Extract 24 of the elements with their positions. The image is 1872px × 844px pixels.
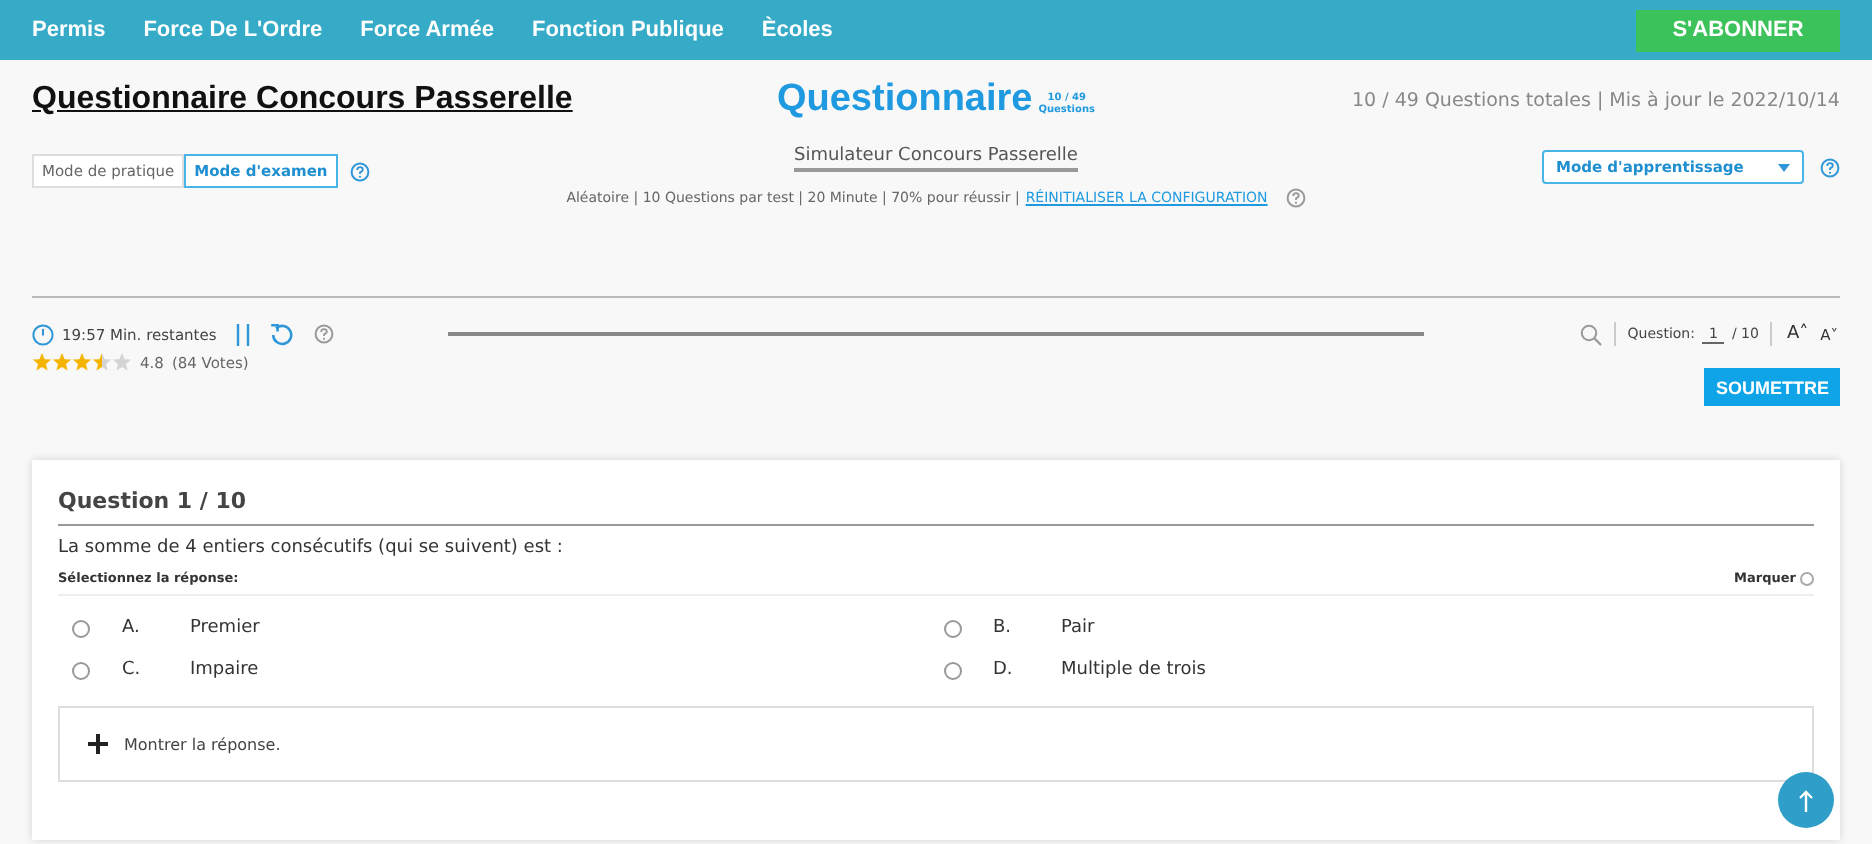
- nav-link[interactable]: Fonction Publique: [531, 18, 724, 42]
- nav-link[interactable]: Permis: [32, 18, 106, 42]
- nav-link[interactable]: Ècoles: [761, 18, 833, 42]
- nav-link[interactable]: Force Armée: [360, 18, 494, 42]
- question-heading: Question 1 / 10: [58, 488, 1814, 526]
- subscribe-button[interactable]: S'ABONNER: [1636, 9, 1840, 51]
- option-text: Premier: [190, 618, 260, 638]
- font-increase-button[interactable]: A˄: [1784, 324, 1811, 344]
- nav-link[interactable]: Force De L'Ordre: [143, 18, 323, 42]
- brand-title: Questionnaire: [776, 78, 1033, 122]
- option-letter: D.: [993, 660, 1015, 680]
- simulator-title: Simulateur Concours Passerelle: [794, 140, 1078, 172]
- option-letter: B.: [993, 618, 1014, 638]
- option-text: Pair: [1061, 618, 1095, 638]
- questions-summary: 10 / 49 Questions totales | Mis à jour le 2022/10/14: [1350, 89, 1840, 111]
- option-letter: A.: [122, 618, 142, 638]
- page-title: Questionnaire Concours Passerelle: [32, 82, 575, 118]
- option-text: Impaire: [190, 660, 259, 680]
- submit-button[interactable]: SOUMETTRE: [1704, 368, 1840, 406]
- option-letter: C.: [122, 660, 143, 680]
- option-text: Multiple de trois: [1061, 660, 1206, 680]
- show-answer-text: Montrer la réponse.: [124, 735, 281, 753]
- show-answer-panel[interactable]: Montrer la réponse.: [58, 706, 1814, 782]
- question-text: La somme de 4 entiers consécutifs (qui se suivent) est :: [58, 538, 565, 558]
